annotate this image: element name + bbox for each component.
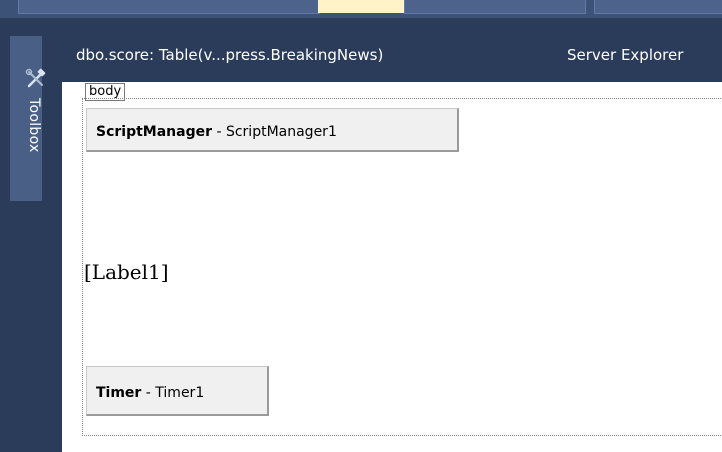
control-separator: -	[141, 385, 156, 401]
tab-server-explorer[interactable]: Server Explorer	[567, 46, 683, 64]
toolbar-segment	[594, 0, 722, 14]
toolbar-segment	[404, 0, 586, 14]
visual-studio-window: Toolbox dbo.score: Table(v...press.Break…	[0, 0, 722, 452]
label-control[interactable]: [Label1]	[84, 260, 169, 284]
design-surface[interactable]: body ScriptManager - ScriptManager1 [Lab…	[62, 82, 722, 452]
timer-control[interactable]: Timer - Timer1	[86, 366, 269, 416]
scriptmanager-control[interactable]: ScriptManager - ScriptManager1	[86, 108, 459, 152]
toolbar-segment	[18, 0, 320, 14]
tab-dbo-score-table[interactable]: dbo.score: Table(v...press.BreakingNews)	[76, 46, 383, 64]
control-id: Timer1	[155, 385, 205, 401]
document-tab-row: dbo.score: Table(v...press.BreakingNews)…	[62, 18, 722, 82]
top-toolbar-strip	[0, 0, 722, 18]
left-tool-strip: Toolbox	[0, 18, 62, 452]
toolbox-label: Toolbox	[26, 98, 42, 153]
control-type: ScriptManager	[96, 124, 213, 140]
toolbox-icon[interactable]	[24, 68, 48, 92]
control-type: Timer	[96, 385, 142, 401]
toolbar-highlight	[318, 0, 404, 13]
control-separator: -	[212, 124, 226, 140]
toolbox-tab[interactable]: Toolbox	[10, 36, 46, 201]
hammer-wrench-icon	[25, 68, 46, 88]
control-id: ScriptManager1	[225, 124, 337, 140]
